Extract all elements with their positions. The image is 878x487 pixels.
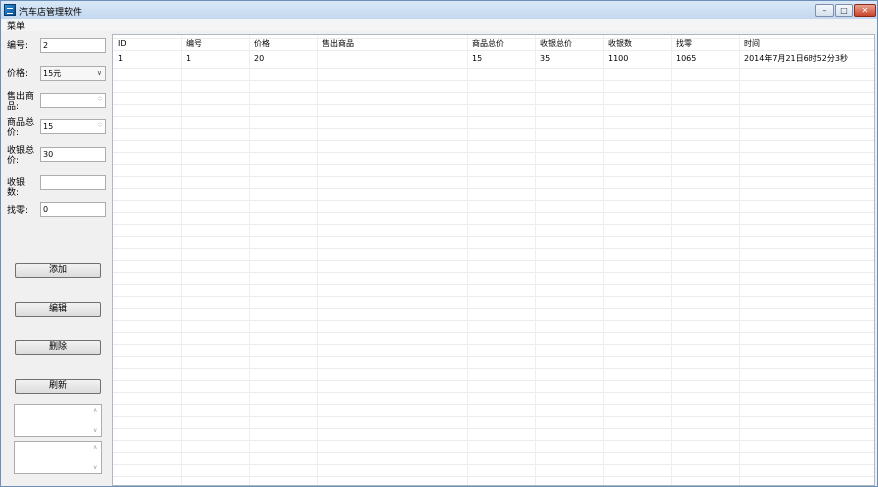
table-cell[interactable]: 1100: [608, 54, 628, 64]
add-button[interactable]: 添加: [15, 263, 101, 278]
column-divider: [535, 35, 536, 485]
form-panel: 编号: 2 价格: 15元 ∨ 售出商品: ︿ ﹀ 商品总价: 15 ︿ ﹀ 收银总…: [1, 31, 111, 486]
maximize-button[interactable]: □: [835, 4, 853, 17]
column-header-received-total[interactable]: 收银总价: [540, 39, 572, 49]
column-header-change[interactable]: 找零: [676, 39, 692, 49]
chevron-up-icon[interactable]: ∧: [93, 444, 97, 451]
price-label: 价格:: [7, 69, 29, 79]
column-divider: [249, 35, 250, 485]
price-select-value: 15元: [43, 69, 62, 78]
title-bar[interactable]: 汽车店管理软件 – □ ✕: [1, 1, 877, 19]
table-cell[interactable]: 2014年7月21日6时52分3秒: [744, 54, 848, 64]
edit-button[interactable]: 编辑: [15, 302, 101, 317]
received-total-input[interactable]: 30: [40, 147, 106, 162]
sold-label: 售出商品:: [7, 92, 35, 112]
app-icon: [4, 4, 16, 16]
table-cell[interactable]: 1: [186, 54, 191, 64]
column-header-price[interactable]: 价格: [254, 39, 270, 49]
scrollbar[interactable]: ∧ ∨: [90, 442, 101, 473]
window-title: 汽车店管理软件: [19, 8, 83, 18]
sold-stepper[interactable]: ︿ ﹀: [40, 93, 106, 108]
table-cell[interactable]: 20: [254, 54, 264, 64]
column-divider: [181, 35, 182, 485]
column-divider: [671, 35, 672, 485]
column-header-time[interactable]: 时间: [744, 39, 760, 49]
main-window: 汽车店管理软件 – □ ✕ 菜单 编号: 2 价格: 15元 ∨ 售出商品: ︿…: [0, 0, 878, 487]
total-stepper-value: 15: [43, 122, 54, 131]
column-header-sold[interactable]: 售出商品: [322, 39, 354, 49]
delete-button[interactable]: 删除: [15, 340, 101, 355]
refresh-button[interactable]: 刷新: [15, 379, 101, 394]
close-button[interactable]: ✕: [854, 4, 876, 17]
change-label: 找零:: [7, 206, 29, 216]
column-header-received-count[interactable]: 收银数: [608, 39, 632, 49]
table-cell[interactable]: 1: [118, 54, 123, 64]
chevron-up-icon[interactable]: ∧: [93, 407, 97, 414]
total-stepper[interactable]: 15 ︿ ﹀: [40, 119, 106, 134]
column-header-id[interactable]: ID: [118, 39, 127, 49]
id-input[interactable]: 2: [40, 38, 106, 53]
spin-arrows-icon[interactable]: ︿ ﹀: [96, 121, 104, 132]
chevron-down-icon[interactable]: ∨: [93, 427, 97, 434]
column-divider: [467, 35, 468, 485]
table-cell[interactable]: 15: [472, 54, 482, 64]
table-cell[interactable]: 1065: [676, 54, 696, 64]
column-divider: [739, 35, 740, 485]
column-header-total[interactable]: 商品总价: [472, 39, 504, 49]
chevron-down-icon[interactable]: ∨: [93, 464, 97, 471]
received-count-label: 收银数:: [7, 178, 26, 198]
spin-arrows-icon[interactable]: ︿ ﹀: [96, 95, 104, 106]
received-count-input[interactable]: [40, 175, 106, 190]
notes-textarea-1[interactable]: ∧ ∨: [14, 404, 102, 437]
received-total-label: 收银总价:: [7, 146, 35, 166]
price-select[interactable]: 15元 ∨: [40, 66, 106, 81]
menu-bar: 菜单: [1, 19, 877, 32]
data-grid[interactable]: ID 编号 价格 售出商品 商品总价 收银总价 收银数 找零 时间 1 1 20…: [112, 34, 875, 486]
change-input[interactable]: 0: [40, 202, 106, 217]
column-divider: [603, 35, 604, 485]
scrollbar[interactable]: ∧ ∨: [90, 405, 101, 436]
table-cell[interactable]: 35: [540, 54, 550, 64]
column-divider: [317, 35, 318, 485]
chevron-down-icon: ∨: [96, 69, 102, 77]
total-label: 商品总价:: [7, 118, 35, 138]
id-label: 编号:: [7, 41, 29, 51]
notes-textarea-2[interactable]: ∧ ∨: [14, 441, 102, 474]
column-header-number[interactable]: 编号: [186, 39, 202, 49]
minimize-button[interactable]: –: [815, 4, 834, 17]
